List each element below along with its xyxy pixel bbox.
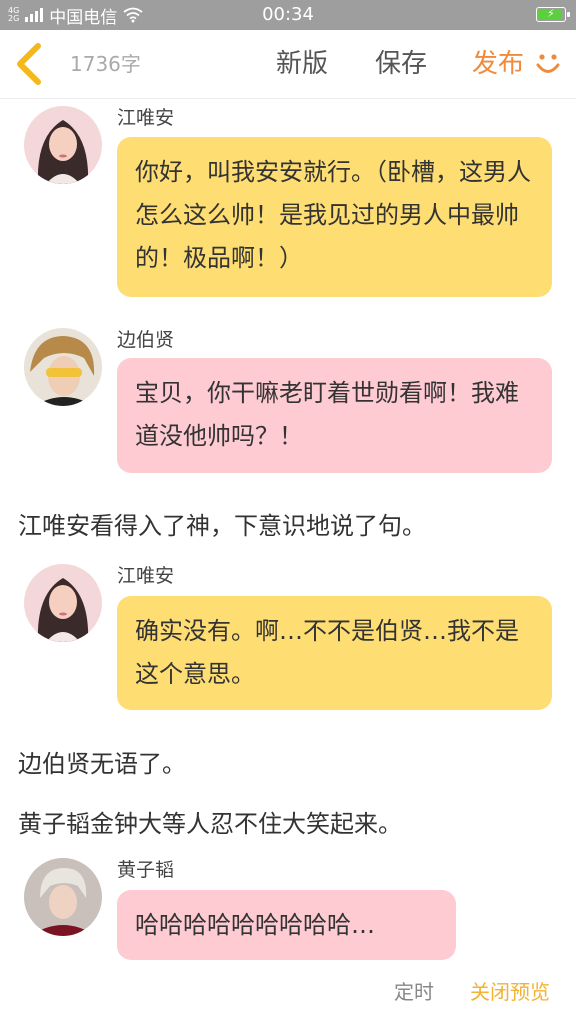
speaker-name: 江唯安 [117, 565, 175, 587]
emoji-smile-icon[interactable] [534, 50, 562, 78]
status-time: 00:34 [262, 4, 314, 25]
avatar-portrait-icon [24, 328, 102, 406]
back-chevron-icon[interactable] [12, 42, 48, 86]
publish-button[interactable]: 发布 [472, 30, 524, 98]
narration-text: 江唯安看得入了神，下意识地说了句。 [18, 512, 426, 540]
timer-button[interactable]: 定时 [394, 976, 434, 1005]
editor-toolbar: 1736字 新版 保存 发布 [0, 30, 576, 99]
avatar-bian-boxian[interactable] [24, 328, 102, 406]
narration-text: 黄子韬金钟大等人忍不住大笑起来。 [18, 810, 402, 838]
narration-text: 边伯贤无语了。 [18, 750, 186, 778]
save-button[interactable]: 保存 [375, 30, 427, 98]
chat-bubble: 确实没有。啊…不不是伯贤…我不是这个意思。 [117, 596, 552, 710]
avatar-portrait-icon [24, 858, 102, 936]
avatar-jiang-weian[interactable] [24, 106, 102, 184]
chat-bubble: 你好，叫我安安就行。（卧槽，这男人怎么这么帅！是我见过的男人中最帅的！极品啊！） [117, 137, 552, 297]
speaker-name: 黄子韬 [117, 859, 175, 881]
avatar-portrait-icon [24, 106, 102, 184]
status-bar: 4G 2G 中国电信 00:34 ⚡ [0, 0, 576, 30]
speaker-name: 江唯安 [117, 107, 175, 129]
chat-bubble: 哈哈哈哈哈哈哈哈哈… [117, 890, 456, 960]
chat-bubble: 宝贝，你干嘛老盯着世勋看啊！我难道没他帅吗？！ [117, 358, 552, 473]
avatar-jiang-weian[interactable] [24, 564, 102, 642]
word-count: 1736字 [70, 52, 141, 76]
charging-bolt-icon: ⚡ [547, 7, 555, 20]
avatar-huang-zitao[interactable] [24, 858, 102, 936]
new-version-button[interactable]: 新版 [276, 30, 328, 98]
avatar-portrait-icon [24, 564, 102, 642]
close-preview-button[interactable]: 关闭预览 [470, 976, 550, 1005]
speaker-name: 边伯贤 [117, 329, 175, 351]
battery-icon: ⚡ [536, 7, 570, 22]
